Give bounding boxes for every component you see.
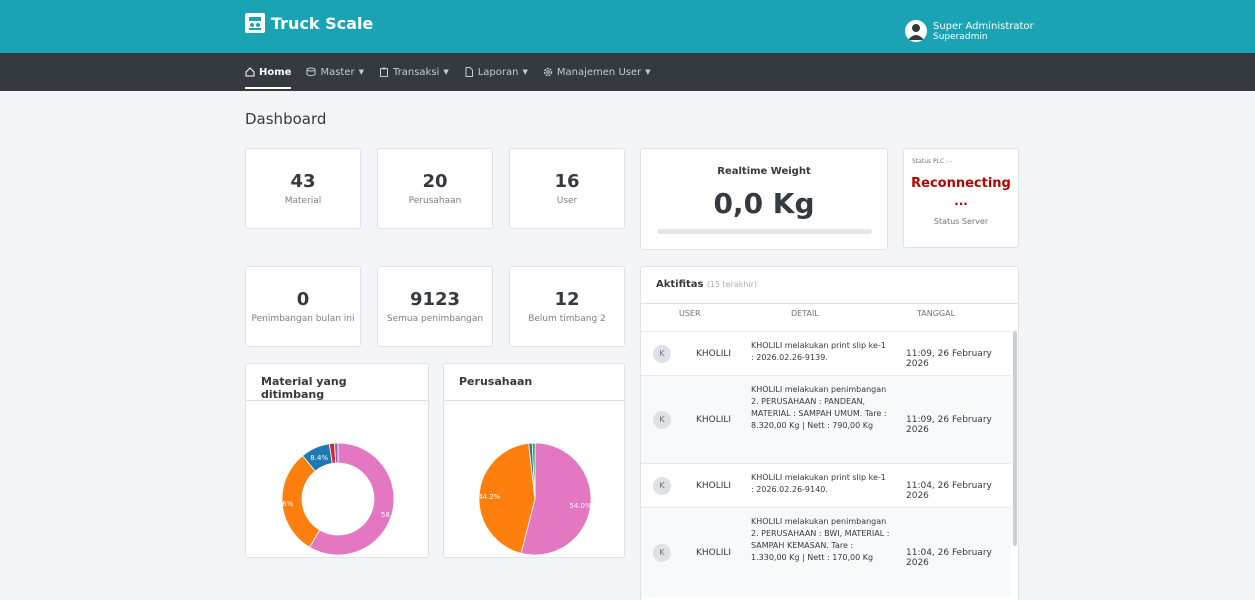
stat-card-belum-timbang-2: 12 Belum timbang 2 xyxy=(509,266,625,347)
stat-value: 0 xyxy=(296,288,310,310)
activity-title: Aktifitas xyxy=(656,279,704,290)
row-detail: KHOLILI melakukan print slip ke-1 : 2026… xyxy=(751,341,886,362)
nav-bar: Home Master ▼ Transaksi ▼ Laporan ▼ Mana… xyxy=(0,53,1255,91)
stat-value: 9123 xyxy=(409,288,461,310)
stat-label: Belum timbang 2 xyxy=(528,313,606,324)
nav-manajemen-user-label: Manajemen User xyxy=(556,66,642,78)
stat-label: Perusahaan xyxy=(408,195,462,206)
stat-label: Material xyxy=(284,195,322,206)
slice-label: 58.5% xyxy=(381,511,404,519)
top-bar: Truck Scale Super Administrator Superadm… xyxy=(0,0,1255,53)
slice-label: 8.4% xyxy=(310,454,328,462)
chevron-down-icon: ▼ xyxy=(443,68,449,76)
realtime-weight-card: Realtime Weight 0,0 Kg xyxy=(640,148,888,250)
stat-label: User xyxy=(556,195,578,206)
user-initial-badge: K xyxy=(653,477,671,495)
user-initial-badge: K xyxy=(653,544,671,562)
row-user: KHOLILI xyxy=(696,481,732,491)
row-date: 11:09, 26 February 2026 xyxy=(906,349,992,369)
table-row[interactable]: K KHOLILI KHOLILI melakukan print slip k… xyxy=(641,463,1011,507)
stat-card-user: 16 User xyxy=(509,148,625,229)
row-detail: KHOLILI melakukan penimbangan 2. PERUSAH… xyxy=(751,385,887,430)
row-date: 11:04, 26 February 2026 xyxy=(906,481,992,501)
row-detail: KHOLILI melakukan print slip ke-1 : 2026… xyxy=(751,473,886,494)
avatar xyxy=(905,20,927,42)
row-date: 11:04, 26 February 2026 xyxy=(906,548,992,568)
slice-label: 54.0% xyxy=(569,502,592,510)
row-user: KHOLILI xyxy=(696,415,732,425)
page-title: Dashboard xyxy=(245,110,327,128)
status-server-label: Status Server xyxy=(933,217,989,226)
material-donut-chart: 58.5% 30.6% 8.4% xyxy=(271,442,404,556)
material-chart-card: Material yang ditimbang 58.5% 30.6% 8.4% xyxy=(245,363,429,558)
stat-label: Semua penimbangan xyxy=(386,313,484,324)
stat-value: 16 xyxy=(554,170,580,192)
chevron-down-icon: ▼ xyxy=(358,68,364,76)
row-user: KHOLILI xyxy=(696,548,732,558)
realtime-weight-title: Realtime Weight xyxy=(717,166,811,177)
activity-subtitle: (15 terakhir) xyxy=(706,280,758,289)
perusahaan-chart-title: Perusahaan xyxy=(444,364,624,401)
chevron-down-icon: ▼ xyxy=(522,68,528,76)
column-header-user: USER xyxy=(679,309,701,318)
truck-scale-logo-icon xyxy=(245,13,265,33)
nav-master-label: Master xyxy=(320,66,355,78)
table-row[interactable]: K KHOLILI KHOLILI melakukan print slip k… xyxy=(641,331,1011,375)
user-initial-badge: K xyxy=(653,345,671,363)
slice-label: 44.2% xyxy=(478,493,501,501)
stat-value: 43 xyxy=(290,170,316,192)
realtime-weight-progress xyxy=(657,229,872,234)
row-user: KHOLILI xyxy=(696,349,732,359)
column-header-detail: DETAIL xyxy=(791,309,819,318)
nav-master[interactable]: Master ▼ xyxy=(306,53,364,91)
column-header-date: TANGGAL xyxy=(917,309,956,318)
database-icon xyxy=(306,67,316,77)
stat-label: Penimbangan bulan ini xyxy=(251,313,355,324)
file-icon xyxy=(465,67,473,77)
stat-card-semua-penimbangan: 9123 Semua penimbangan xyxy=(377,266,493,347)
clipboard-icon xyxy=(380,67,388,77)
stat-value: 20 xyxy=(422,170,448,192)
row-date: 11:09, 26 February 2026 xyxy=(906,415,992,435)
user-name: Super Administrator xyxy=(933,20,1034,32)
plc-status-dots: ... xyxy=(954,194,968,208)
activity-card: Aktifitas (15 terakhir) USER DETAIL TANG… xyxy=(640,266,1019,600)
nav-laporan[interactable]: Laporan ▼ xyxy=(464,53,528,91)
nav-transaksi-label: Transaksi xyxy=(393,66,440,78)
nav-transaksi[interactable]: Transaksi ▼ xyxy=(379,53,449,91)
stat-card-material: 43 Material xyxy=(245,148,361,229)
table-row[interactable]: K KHOLILI KHOLILI melakukan penimbangan … xyxy=(641,507,1011,597)
table-row[interactable]: K KHOLILI KHOLILI melakukan penimbangan … xyxy=(641,375,1011,463)
nav-home[interactable]: Home xyxy=(245,53,292,91)
nav-manajemen-user[interactable]: Manajemen User ▼ xyxy=(543,53,651,91)
chevron-down-icon: ▼ xyxy=(645,68,651,76)
perusahaan-pie-chart: 54.0% 44.2% xyxy=(478,442,592,556)
perusahaan-chart-card: Perusahaan 54.0% 44.2% xyxy=(443,363,625,558)
stat-card-penimbangan-bulan-ini: 0 Penimbangan bulan ini xyxy=(245,266,361,347)
slice-label: 30.6% xyxy=(271,500,294,508)
activity-header: Aktifitas (15 terakhir) xyxy=(641,267,1018,304)
material-chart-title: Material yang ditimbang xyxy=(246,364,428,401)
gear-icon xyxy=(543,67,553,77)
plc-status-value: Reconnecting xyxy=(911,176,1011,191)
plc-status-label: Status PLC : - xyxy=(912,158,953,165)
brand[interactable]: Truck Scale xyxy=(245,13,373,33)
stat-card-perusahaan: 20 Perusahaan xyxy=(377,148,493,229)
nav-laporan-label: Laporan xyxy=(477,66,519,78)
user-menu[interactable]: Super Administrator Superadmin xyxy=(905,20,1034,42)
user-initial-badge: K xyxy=(653,411,671,429)
brand-title: Truck Scale xyxy=(271,13,374,33)
realtime-weight-value: 0,0 Kg xyxy=(713,187,815,220)
row-detail: KHOLILI melakukan penimbangan 2. PERUSAH… xyxy=(751,517,890,562)
home-icon xyxy=(245,67,255,77)
nav-home-label: Home xyxy=(259,66,292,78)
plc-status-card: Status PLC : - Reconnecting ... Status S… xyxy=(903,148,1019,248)
stat-value: 12 xyxy=(554,288,580,310)
user-role: Superadmin xyxy=(933,31,988,42)
activity-scrollbar[interactable] xyxy=(1013,331,1017,546)
